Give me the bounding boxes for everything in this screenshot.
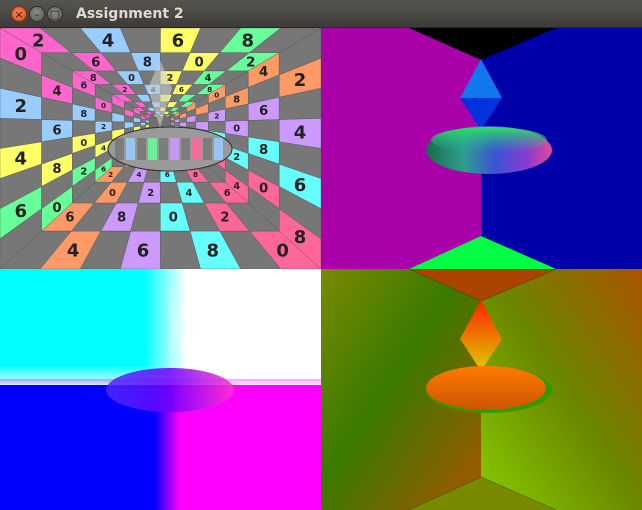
close-icon: × (14, 7, 24, 21)
svg-text:6: 6 (91, 56, 100, 71)
svg-text:2: 2 (294, 70, 307, 91)
svg-text:6: 6 (101, 165, 106, 174)
svg-text:0: 0 (259, 182, 268, 197)
svg-text:2: 2 (233, 152, 240, 163)
svg-text:2: 2 (147, 188, 154, 199)
svg-text:4: 4 (102, 31, 115, 52)
svg-text:6: 6 (65, 211, 74, 226)
svg-text:8: 8 (233, 95, 240, 106)
svg-text:8: 8 (143, 56, 152, 71)
svg-text:8: 8 (193, 170, 198, 179)
svg-text:4: 4 (294, 122, 307, 143)
svg-text:0: 0 (101, 101, 106, 110)
svg-text:4: 4 (52, 85, 61, 100)
viewport-textured: 0246246824684680468046806802680268028024… (0, 28, 321, 269)
normals-scene (321, 28, 642, 269)
svg-text:2: 2 (246, 56, 255, 71)
svg-text:4: 4 (259, 65, 268, 80)
svg-text:6: 6 (224, 188, 231, 199)
gradient-scene (321, 269, 642, 510)
svg-text:0: 0 (214, 90, 219, 99)
svg-text:2: 2 (101, 122, 106, 131)
svg-text:6: 6 (294, 175, 307, 196)
disc (426, 366, 546, 410)
svg-text:8: 8 (80, 109, 87, 120)
svg-text:0: 0 (276, 240, 289, 261)
minimize-icon: – (34, 7, 40, 21)
svg-text:6: 6 (52, 123, 61, 138)
svg-text:8: 8 (90, 73, 97, 84)
textured-scene: 024624682 4 6 84 6 8 0468046806 8 0 26 8 0 268028024… (0, 28, 321, 269)
svg-text:0: 0 (194, 56, 203, 71)
svg-text:8: 8 (207, 240, 220, 261)
svg-text:8: 8 (52, 162, 61, 177)
svg-text:6: 6 (172, 31, 185, 52)
svg-text:2: 2 (80, 166, 87, 177)
svg-text:4: 4 (101, 143, 106, 152)
svg-text:0: 0 (15, 44, 28, 65)
gl-canvas[interactable]: 0246246824684680468046806802680268028024… (0, 28, 642, 510)
svg-text:8: 8 (117, 211, 126, 226)
svg-text:2: 2 (15, 96, 28, 117)
svg-text:4: 4 (205, 73, 212, 84)
svg-text:4: 4 (136, 170, 141, 179)
svg-text:2: 2 (214, 112, 219, 121)
maximize-icon: □ (49, 7, 61, 21)
svg-text:8: 8 (294, 227, 307, 248)
blended-scene (0, 269, 321, 510)
svg-text:8: 8 (259, 143, 268, 158)
disc-top (431, 127, 547, 153)
svg-text:0: 0 (109, 188, 116, 199)
svg-text:2: 2 (32, 31, 45, 52)
svg-text:0: 0 (52, 201, 61, 216)
application-window: × – □ Assignment 2 024624682468468046804… (0, 0, 642, 510)
viewport-gradient (321, 269, 642, 510)
window-title: Assignment 2 (76, 6, 184, 22)
disc (106, 368, 234, 412)
svg-text:4: 4 (15, 149, 28, 170)
viewport-blended (0, 269, 321, 510)
viewport-normals (321, 28, 642, 269)
svg-text:6: 6 (80, 80, 87, 91)
svg-text:2: 2 (220, 211, 229, 226)
svg-text:8: 8 (207, 85, 212, 94)
svg-text:0: 0 (128, 73, 135, 84)
close-button[interactable]: × (11, 6, 27, 22)
title-bar[interactable]: × – □ Assignment 2 (0, 0, 642, 28)
svg-text:6: 6 (137, 240, 150, 261)
svg-text:4: 4 (67, 240, 80, 261)
svg-text:2: 2 (108, 170, 113, 179)
svg-text:0: 0 (169, 211, 178, 226)
svg-text:8: 8 (241, 31, 254, 52)
svg-text:2: 2 (122, 85, 127, 94)
svg-text:6: 6 (15, 201, 28, 222)
minimize-button[interactable]: – (29, 6, 45, 22)
svg-text:4: 4 (185, 188, 192, 199)
svg-text:0: 0 (233, 123, 240, 134)
svg-text:0: 0 (80, 138, 87, 149)
svg-text:6: 6 (179, 85, 184, 94)
svg-text:6: 6 (259, 104, 268, 119)
maximize-button[interactable]: □ (47, 6, 63, 22)
